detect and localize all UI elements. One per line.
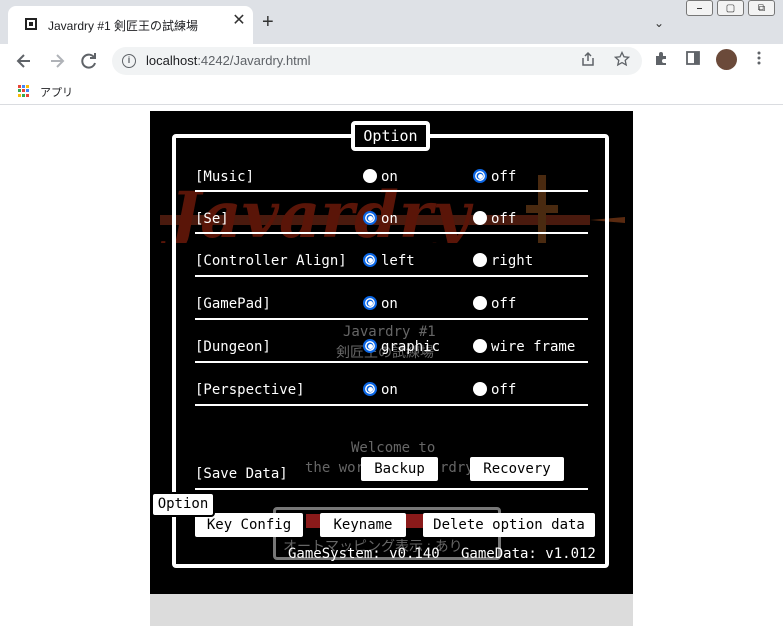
gamepad-off-option[interactable]: off (473, 296, 516, 312)
tab-favicon-icon (25, 18, 37, 30)
se-off-option[interactable]: off (473, 211, 516, 227)
bookmarks-bar: アプリ (0, 78, 783, 105)
controller-left-option[interactable]: left (363, 253, 415, 269)
active-tab[interactable]: Javardry #1 剣匠王の試練場 ✕ (8, 6, 253, 44)
row-divider (195, 275, 588, 277)
back-arrow-icon[interactable] (13, 50, 35, 72)
se-on-option[interactable]: on (363, 211, 398, 227)
radio-button-selected[interactable] (363, 253, 377, 267)
radio-button-selected[interactable] (363, 211, 377, 225)
apps-bookmark-label[interactable]: アプリ (40, 84, 73, 100)
window-controls: ⎯ ▢ ⧉ (686, 0, 779, 18)
share-icon[interactable] (578, 51, 598, 71)
tab-strip: Javardry #1 剣匠王の試練場 ✕ + ⌄ ⎯ ▢ ⧉ (0, 0, 783, 44)
gamepad-label: [GamePad] (195, 296, 271, 312)
gamepad-on-option[interactable]: on (363, 296, 398, 312)
perspective-off-option[interactable]: off (473, 382, 516, 398)
game-canvas[interactable]: Javardry Javardry #1 剣匠王の試練場 Welcome to … (150, 111, 633, 594)
radio-button-selected[interactable] (363, 296, 377, 310)
tab-search-icon[interactable]: ⌄ (654, 16, 664, 30)
music-on-option[interactable]: on (363, 169, 398, 185)
radio-button[interactable] (363, 169, 377, 183)
controller-right-option[interactable]: right (473, 253, 533, 269)
row-divider (195, 361, 588, 363)
option-title: Option (351, 121, 430, 151)
controller-align-label: [Controller Align] (195, 253, 347, 269)
tab-title: Javardry #1 剣匠王の試練場 (48, 19, 199, 33)
dungeon-label: [Dungeon] (195, 339, 271, 355)
new-tab-button[interactable]: + (262, 12, 274, 32)
row-divider (195, 318, 588, 320)
address-bar[interactable]: i localhost:4242/Javardry.html (112, 47, 642, 75)
page-content: Javardry Javardry #1 剣匠王の試練場 Welcome to … (0, 105, 783, 626)
save-data-label: [Save Data] (195, 466, 288, 482)
radio-button[interactable] (473, 382, 487, 396)
bottom-option-button[interactable]: Option (151, 492, 215, 517)
music-off-option[interactable]: off (473, 169, 516, 185)
radio-button[interactable] (473, 296, 487, 310)
extensions-icon[interactable] (650, 50, 672, 72)
recovery-button[interactable]: Recovery (470, 457, 564, 481)
se-label: [Se] (195, 211, 229, 227)
star-icon[interactable] (612, 50, 632, 71)
tab-close-icon[interactable]: ✕ (230, 12, 248, 30)
sidepanel-icon[interactable] (682, 50, 704, 72)
minimize-button[interactable]: ⎯ (686, 0, 713, 16)
row-divider (195, 488, 588, 490)
game-data-version: GameData: v1.012 (461, 546, 596, 562)
game-system-version: GameSystem: v0.140 (288, 546, 440, 562)
radio-button-selected[interactable] (363, 339, 377, 353)
browser-toolbar: i localhost:4242/Javardry.html (0, 44, 783, 78)
music-label: [Music] (195, 169, 255, 185)
row-divider (195, 404, 588, 406)
url-text[interactable]: localhost:4242/Javardry.html (146, 53, 311, 68)
dungeon-wireframe-option[interactable]: wire frame (473, 339, 575, 355)
forward-arrow-icon[interactable] (46, 50, 68, 72)
backup-button[interactable]: Backup (361, 457, 438, 481)
below-canvas-strip (150, 594, 633, 626)
radio-button-selected[interactable] (363, 382, 377, 396)
radio-button[interactable] (473, 211, 487, 225)
info-icon[interactable]: i (122, 54, 136, 68)
perspective-label: [Perspective] (195, 382, 305, 398)
radio-button[interactable] (473, 253, 487, 267)
reload-icon[interactable] (78, 50, 100, 72)
perspective-on-option[interactable]: on (363, 382, 398, 398)
keyname-button[interactable]: Keyname (320, 513, 406, 537)
apps-grid-icon[interactable] (18, 85, 30, 97)
maximize-button[interactable]: ▢ (717, 0, 744, 16)
dungeon-graphic-option[interactable]: graphic (363, 339, 440, 355)
row-divider (195, 190, 588, 192)
profile-avatar[interactable] (716, 49, 737, 70)
delete-option-data-button[interactable]: Delete option data (423, 513, 595, 537)
restore-button[interactable]: ⧉ (748, 0, 775, 16)
radio-button[interactable] (473, 339, 487, 353)
row-divider (195, 232, 588, 234)
radio-button-selected[interactable] (473, 169, 487, 183)
menu-icon[interactable] (748, 50, 770, 72)
